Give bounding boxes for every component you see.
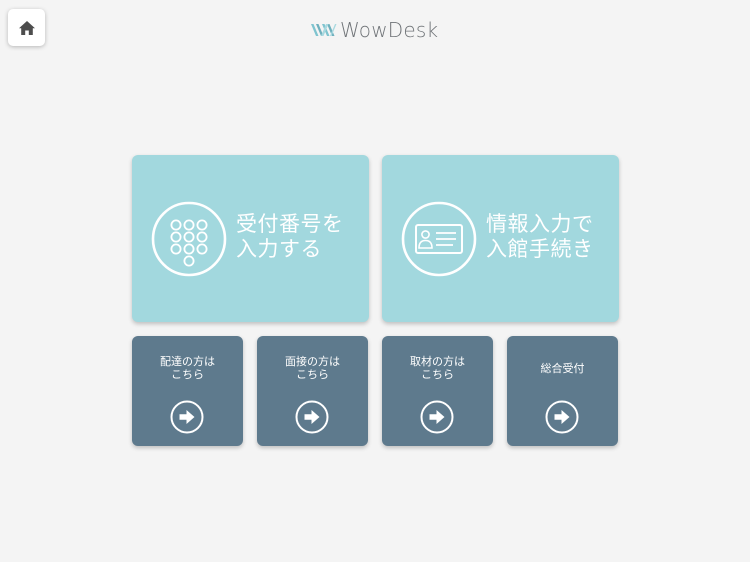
delivery-visitor-button[interactable]: 配達の方は こちら xyxy=(132,336,243,446)
id-card-icon xyxy=(401,201,477,277)
app-logo: WowDesk xyxy=(310,17,438,43)
general-reception-label: 総合受付 xyxy=(540,362,585,375)
press-visitor-label: 取材の方は こちら xyxy=(410,355,465,381)
arrow-right-icon xyxy=(170,400,204,434)
enter-receipt-number-button[interactable]: 受付番号を 入力する xyxy=(132,155,369,322)
arrow-right-icon xyxy=(420,400,454,434)
logo-mark-icon xyxy=(311,24,337,36)
press-visitor-button[interactable]: 取材の方は こちら xyxy=(382,336,493,446)
keypad-icon xyxy=(151,201,227,277)
arrow-right-icon xyxy=(545,400,579,434)
home-icon xyxy=(18,20,35,35)
interview-visitor-button[interactable]: 面接の方は こちら xyxy=(257,336,368,446)
home-button[interactable] xyxy=(8,9,45,46)
logo-text: WowDesk xyxy=(340,18,439,42)
delivery-visitor-label: 配達の方は こちら xyxy=(160,355,215,381)
arrow-right-icon xyxy=(295,400,329,434)
info-entry-checkin-label: 情報入力で 入館手続き xyxy=(486,212,594,261)
general-reception-button[interactable]: 総合受付 xyxy=(507,336,618,446)
info-entry-checkin-button[interactable]: 情報入力で 入館手続き xyxy=(382,155,619,322)
interview-visitor-label: 面接の方は こちら xyxy=(285,355,340,381)
enter-receipt-number-label: 受付番号を 入力する xyxy=(236,212,344,261)
